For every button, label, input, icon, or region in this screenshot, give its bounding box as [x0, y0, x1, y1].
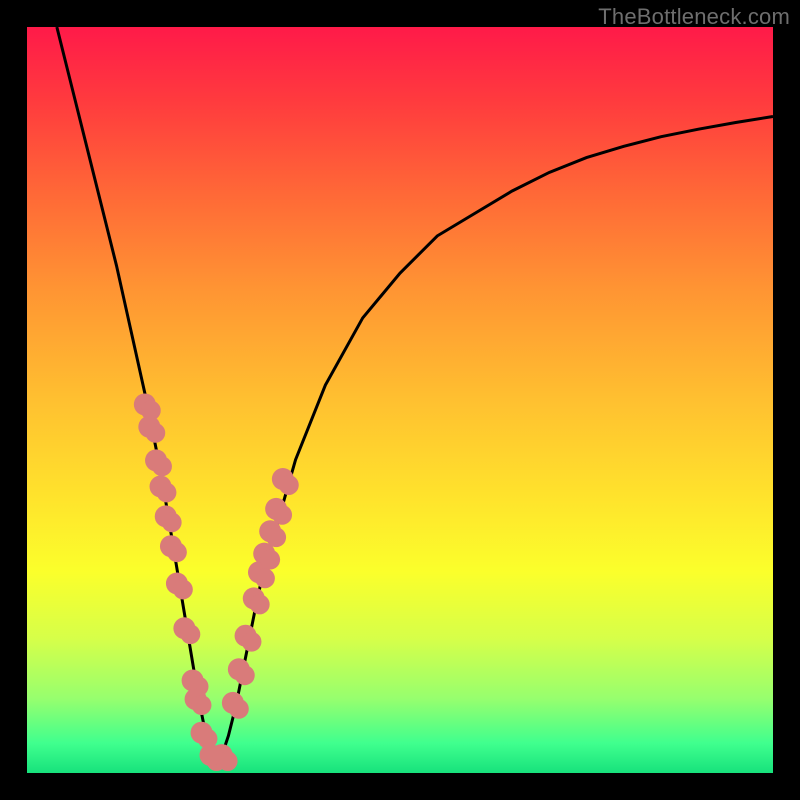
data-point — [218, 751, 238, 771]
chart-frame — [27, 27, 773, 773]
data-point — [167, 542, 187, 562]
data-point — [279, 475, 299, 495]
data-point — [152, 457, 172, 477]
data-point — [229, 699, 249, 719]
data-point — [180, 624, 200, 644]
data-point — [260, 550, 280, 570]
data-point — [250, 595, 270, 615]
data-point — [162, 512, 182, 532]
data-point — [272, 505, 292, 525]
data-point — [145, 423, 165, 443]
data-point — [242, 632, 262, 652]
data-point — [235, 665, 255, 685]
chart-svg — [27, 27, 773, 773]
data-points — [134, 393, 299, 771]
data-point — [157, 483, 177, 503]
data-point — [266, 527, 286, 547]
watermark-text: TheBottleneck.com — [598, 4, 790, 30]
data-point — [173, 580, 193, 600]
bottleneck-curve — [57, 27, 773, 758]
data-point — [192, 695, 212, 715]
data-point — [255, 568, 275, 588]
